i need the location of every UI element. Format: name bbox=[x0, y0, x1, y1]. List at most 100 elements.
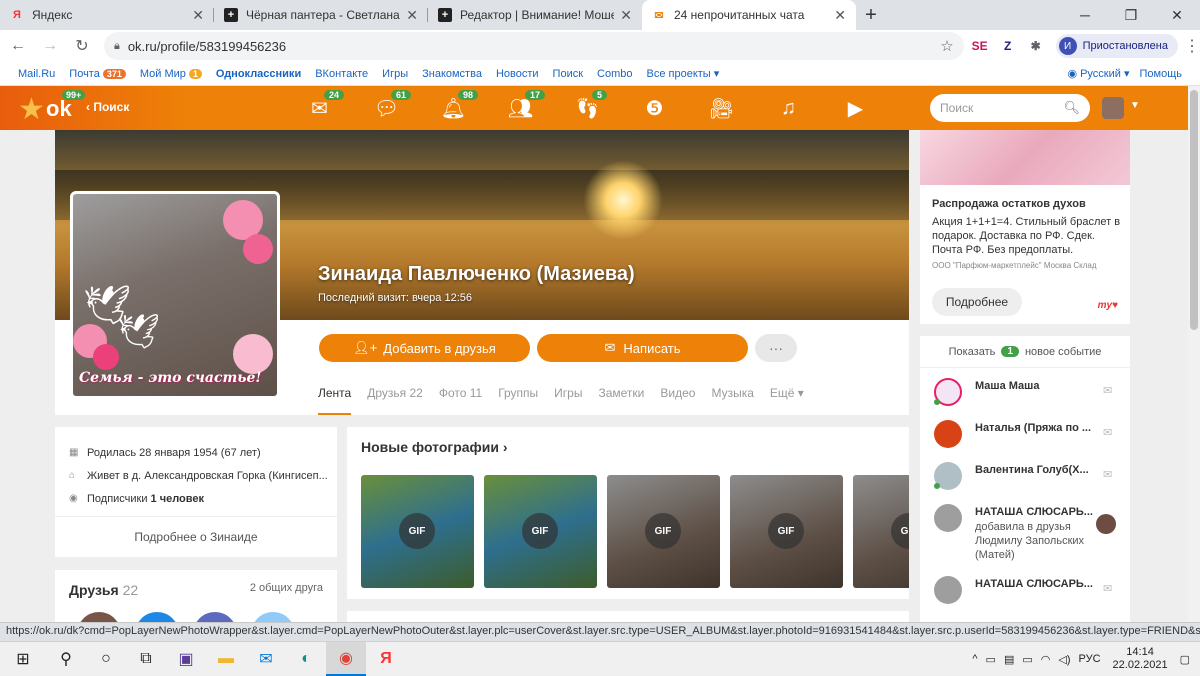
cortana-icon[interactable]: ○ bbox=[86, 642, 126, 676]
list-item[interactable]: НАТАША СЛЮСАРЬ... добавила в друзья Людм… bbox=[920, 498, 1130, 561]
subscribers-info[interactable]: ◉ Подписчики 1 человек bbox=[55, 487, 337, 510]
portal-link[interactable]: Все проекты ▾ bbox=[647, 67, 720, 80]
puzzle-icon[interactable]: ✱ bbox=[1024, 34, 1048, 58]
extension-icon[interactable]: SE bbox=[968, 34, 992, 58]
tab-friends[interactable]: Друзья 22 bbox=[367, 382, 423, 415]
ad-more-button[interactable]: Подробнее bbox=[932, 288, 1022, 316]
back-search-link[interactable]: ‹ Поиск bbox=[86, 100, 129, 114]
portal-link[interactable]: Мой Мир 1 bbox=[140, 68, 202, 80]
mutual-friends-link[interactable]: 2 общих друга bbox=[250, 582, 323, 594]
photo-thumbnail[interactable]: GIF bbox=[484, 475, 597, 588]
close-window-icon[interactable]: ✕ bbox=[1154, 0, 1200, 30]
friends-icon[interactable]: 👥︎ 17 bbox=[487, 86, 554, 130]
browser-tab[interactable]: Я Яндекс ✕ bbox=[0, 0, 214, 30]
wifi-icon[interactable]: ◠ bbox=[1041, 653, 1051, 666]
search-icon[interactable]: 🔍︎ bbox=[1063, 100, 1080, 116]
tab-groups[interactable]: Группы bbox=[498, 382, 538, 415]
friend-name[interactable]: Наталья (Пряжа по ... bbox=[975, 422, 1091, 434]
discussions-icon[interactable]: 💬︎ 61 bbox=[353, 86, 420, 130]
music-icon[interactable]: ♫ bbox=[755, 86, 822, 130]
portal-link[interactable]: Новости bbox=[496, 68, 539, 80]
friend-name[interactable]: Валентина Голуб(Х... bbox=[975, 464, 1089, 476]
mail-icon[interactable]: ✉ bbox=[1103, 384, 1112, 397]
portal-link[interactable]: Mail.Ru bbox=[18, 68, 55, 80]
maximize-icon[interactable]: ❐ bbox=[1108, 0, 1154, 30]
extension-icon[interactable]: Z bbox=[996, 34, 1020, 58]
list-item[interactable]: Наталья (Пряжа по ... ✉ bbox=[920, 414, 1130, 454]
portal-link[interactable]: ВКонтакте bbox=[315, 68, 368, 80]
browser-tab[interactable]: + Редактор | Внимание! Мошенн ✕ bbox=[428, 0, 642, 30]
avatar[interactable] bbox=[934, 504, 962, 532]
add-friend-button[interactable]: 👤︎+ Добавить в друзья bbox=[319, 334, 530, 362]
volume-icon[interactable]: ◁) bbox=[1058, 653, 1070, 666]
events-icon[interactable]: ❺ bbox=[621, 86, 688, 130]
close-icon[interactable]: ✕ bbox=[834, 7, 846, 24]
avatar[interactable] bbox=[193, 612, 237, 622]
photo-thumbnail[interactable]: GIF bbox=[730, 475, 843, 588]
windows-start-icon[interactable]: ⊞ bbox=[0, 642, 46, 676]
games-icon[interactable]: ▶ bbox=[822, 86, 889, 130]
guests-icon[interactable]: 👣︎ 5 bbox=[554, 86, 621, 130]
edge-icon[interactable]: ◐ bbox=[286, 642, 326, 676]
app-tray-icon[interactable]: ▭ bbox=[986, 653, 996, 666]
store-icon[interactable]: ▣ bbox=[166, 642, 206, 676]
avatar[interactable] bbox=[1102, 97, 1124, 119]
video-icon[interactable]: 🎥︎ bbox=[688, 86, 755, 130]
avatar[interactable] bbox=[135, 612, 179, 622]
battery-icon[interactable]: ▭ bbox=[1022, 653, 1032, 666]
mail-icon[interactable]: ✉ bbox=[1103, 426, 1112, 439]
friend-name[interactable]: НАТАША СЛЮСАРЬ... bbox=[975, 578, 1093, 590]
new-photos-title[interactable]: Новые фотографии › bbox=[361, 439, 508, 455]
tab-more[interactable]: Ещё ▾ bbox=[770, 382, 804, 415]
browser-tab[interactable]: + Чёрная пантера - Светлана Хор ✕ bbox=[214, 0, 428, 30]
chrome-icon[interactable]: ◉ bbox=[326, 641, 366, 676]
avatar[interactable] bbox=[1096, 514, 1116, 534]
photo-thumbnail[interactable]: GIF bbox=[361, 475, 474, 588]
photo-thumbnail[interactable]: GIF bbox=[607, 475, 720, 588]
friends-title[interactable]: Друзья 22 bbox=[69, 582, 138, 598]
mail-icon[interactable]: ✉ bbox=[1103, 582, 1112, 595]
mail-icon[interactable]: ✉ bbox=[1103, 468, 1112, 481]
help-link[interactable]: Помощь bbox=[1140, 68, 1183, 80]
portal-link[interactable]: Поиск bbox=[553, 68, 583, 80]
minimize-icon[interactable]: ─ bbox=[1062, 0, 1108, 30]
chevron-down-icon[interactable]: ▼ bbox=[1130, 100, 1140, 111]
language-indicator[interactable]: РУС bbox=[1079, 653, 1101, 665]
close-icon[interactable]: ✕ bbox=[406, 7, 418, 24]
tab-music[interactable]: Музыка bbox=[711, 382, 753, 415]
folder-icon[interactable]: ▬ bbox=[206, 642, 246, 676]
clock[interactable]: 14:14 22.02.2021 bbox=[1113, 646, 1168, 672]
list-item[interactable]: Маша Маша ✉ bbox=[920, 372, 1130, 412]
new-tab-button[interactable]: + bbox=[856, 0, 886, 30]
messages-icon[interactable]: ✉ 24 bbox=[286, 86, 353, 130]
avatar[interactable] bbox=[77, 612, 121, 622]
write-message-button[interactable]: ✉ Написать bbox=[537, 334, 748, 362]
menu-icon[interactable]: ⋮ bbox=[1184, 36, 1200, 56]
forward-icon[interactable]: → bbox=[36, 32, 64, 60]
ad-title[interactable]: Распродажа остатков духов bbox=[932, 198, 1086, 210]
avatar[interactable] bbox=[934, 420, 962, 448]
more-button[interactable]: ··· bbox=[755, 334, 797, 362]
chevron-up-icon[interactable]: ^ bbox=[972, 653, 977, 665]
reload-icon[interactable]: ↻ bbox=[68, 32, 96, 60]
friend-name[interactable]: НАТАША СЛЮСАРЬ... bbox=[975, 506, 1093, 518]
tab-photos[interactable]: Фото 11 bbox=[439, 382, 482, 415]
profile-button[interactable]: И Приостановлена bbox=[1055, 34, 1178, 58]
avatar[interactable] bbox=[251, 612, 295, 622]
portal-link[interactable]: Combo bbox=[597, 68, 632, 80]
tab-video[interactable]: Видео bbox=[660, 382, 695, 415]
tab-notes[interactable]: Заметки bbox=[598, 382, 644, 415]
close-icon[interactable]: ✕ bbox=[192, 7, 204, 24]
task-view-icon[interactable]: ⧉ bbox=[126, 642, 166, 676]
browser-tab-active[interactable]: ✉ 24 непрочитанных чата ✕ bbox=[642, 0, 856, 30]
tab-feed[interactable]: Лента bbox=[318, 382, 352, 415]
portal-link[interactable]: Одноклассники bbox=[216, 68, 301, 80]
url-field[interactable]: 🔒︎ ok.ru/profile/583199456236 ☆ bbox=[103, 32, 964, 60]
notifications-icon[interactable]: ▢ bbox=[1180, 653, 1190, 666]
star-icon[interactable]: ☆ bbox=[940, 37, 953, 55]
tab-games[interactable]: Игры bbox=[554, 382, 582, 415]
ok-search-input[interactable]: Поиск 🔍︎ bbox=[930, 94, 1090, 122]
yandex-browser-icon[interactable]: Я bbox=[366, 642, 406, 676]
more-about-button[interactable]: Подробнее о Зинаиде bbox=[55, 516, 337, 557]
network-icon[interactable]: ▤ bbox=[1004, 653, 1014, 666]
